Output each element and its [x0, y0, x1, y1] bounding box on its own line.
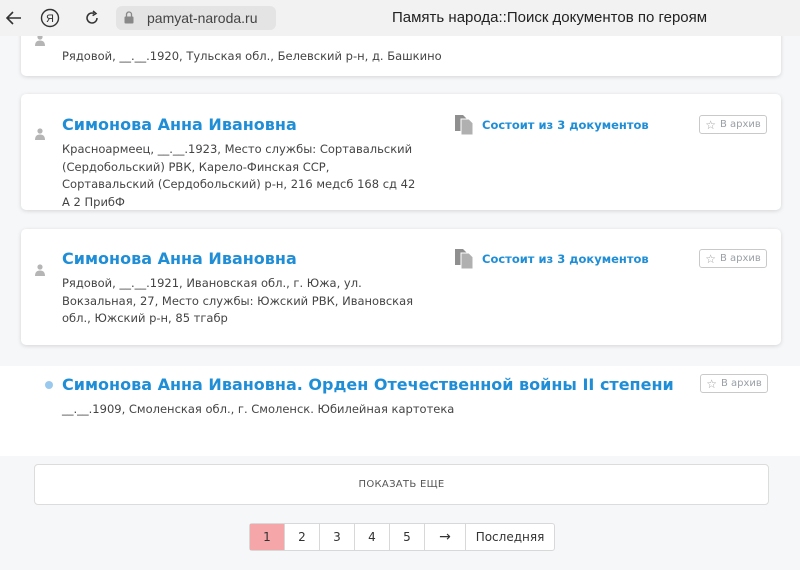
pagination: 1 2 3 4 5 → Последняя [249, 523, 555, 551]
result-card: Симонова Анна Ивановна Рядовой, __.__.19… [21, 229, 781, 345]
page-2-button[interactable]: 2 [285, 524, 320, 550]
archive-button[interactable]: ☆ В архив [700, 374, 768, 393]
documents-count: Состоит из 3 документов [482, 118, 649, 132]
record-description: Рядовой, __.__.1920, Тульская обл., Беле… [62, 49, 442, 63]
page-title: Память народа::Поиск документов по героя… [392, 9, 708, 26]
star-icon: ☆ [706, 376, 717, 391]
page-3-button[interactable]: 3 [320, 524, 355, 550]
star-icon: ☆ [705, 117, 716, 132]
browser-toolbar: Я pamyat-naroda.ru Память народа::Поиск … [0, 0, 800, 37]
person-icon [35, 128, 45, 140]
page-4-button[interactable]: 4 [355, 524, 390, 550]
page-5-button[interactable]: 5 [390, 524, 425, 550]
result-item: Симонова Анна Ивановна. Орден Отечествен… [0, 366, 800, 456]
svg-text:Я: Я [46, 13, 54, 25]
reload-icon[interactable] [82, 8, 102, 28]
url-text: pamyat-naroda.ru [147, 10, 258, 26]
back-arrow-icon[interactable] [4, 8, 24, 28]
award-marker-icon [45, 381, 53, 389]
person-icon [35, 264, 45, 276]
record-description: Красноармеец, __.__.1923, Место службы: … [62, 142, 416, 209]
lock-icon [124, 11, 134, 24]
star-icon: ☆ [705, 251, 716, 266]
documents-icon [455, 249, 474, 270]
archive-label: В архив [719, 119, 761, 130]
yandex-icon[interactable]: Я [40, 8, 60, 28]
result-card: Рядовой, __.__.1920, Тульская обл., Беле… [21, 36, 781, 76]
documents-count: Состоит из 3 документов [482, 252, 649, 266]
documents-icon [455, 115, 474, 136]
record-name-link[interactable]: Симонова Анна Ивановна [62, 249, 297, 268]
show-more-button[interactable]: ПОКАЗАТЬ ЕЩЕ [34, 464, 769, 505]
record-name-link[interactable]: Симонова Анна Ивановна. Орден Отечествен… [62, 375, 674, 394]
archive-label: В архив [719, 253, 761, 264]
next-page-button[interactable]: → [425, 524, 466, 550]
archive-label: В архив [720, 378, 762, 389]
search-results: Рядовой, __.__.1920, Тульская обл., Беле… [0, 36, 800, 570]
documents-link[interactable]: Состоит из 3 документов [454, 114, 649, 136]
record-name-link[interactable]: Симонова Анна Ивановна [62, 115, 297, 134]
result-card: Симонова Анна Ивановна Красноармеец, __.… [21, 94, 781, 210]
documents-link[interactable]: Состоит из 3 документов [454, 248, 649, 270]
record-description: Рядовой, __.__.1921, Ивановская обл., г.… [62, 276, 414, 325]
record-description: __.__.1909, Смоленская обл., г. Смоленск… [62, 402, 455, 416]
address-bar[interactable]: pamyat-naroda.ru [116, 6, 276, 30]
last-page-button[interactable]: Последняя [466, 524, 554, 550]
person-icon [35, 36, 45, 46]
archive-button[interactable]: ☆ В архив [699, 115, 767, 134]
page-1-button[interactable]: 1 [250, 524, 285, 550]
archive-button[interactable]: ☆ В архив [699, 249, 767, 268]
